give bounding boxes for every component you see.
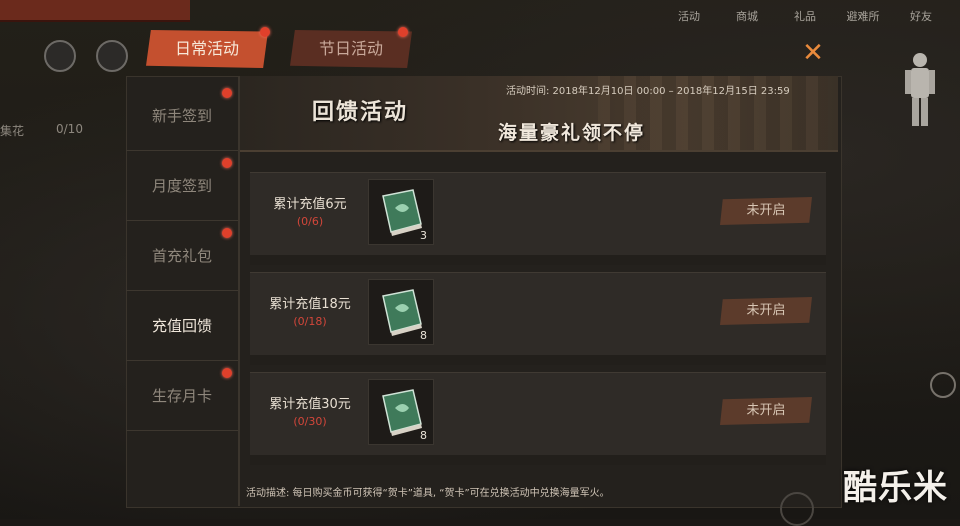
notification-dot-icon xyxy=(222,158,232,168)
sidebar-item-label: 生存月卡 xyxy=(151,387,212,405)
flower-collect-label: 集花 xyxy=(0,124,25,138)
reward-status-button[interactable]: 未开启 xyxy=(720,197,812,225)
tab-daily-activities[interactable]: 日常活动 xyxy=(146,30,268,68)
heart-hand-icon[interactable] xyxy=(44,40,76,72)
nav-shop-button[interactable]: 商城 xyxy=(718,0,776,26)
item-count: 3 xyxy=(420,229,427,242)
reward-name: 累计充值6元 xyxy=(273,197,347,212)
banner-slogan: 海量豪礼领不停 xyxy=(498,122,646,144)
reward-item-slot[interactable]: 3 xyxy=(368,179,434,245)
nav-label: 活动 xyxy=(678,10,700,23)
banner-title: 回馈活动 xyxy=(312,100,409,125)
chat-icon[interactable] xyxy=(96,40,128,72)
watermark-logo: 酷乐米 xyxy=(843,468,948,508)
nav-friends-button[interactable]: 好友 xyxy=(892,0,950,26)
notification-dot-icon xyxy=(222,88,232,98)
reward-row: 累计充值30元 (0/30) 8 未开启 xyxy=(250,372,826,465)
nav-shelter-button[interactable]: 避难所 xyxy=(834,0,892,26)
notification-dot-icon xyxy=(398,27,408,37)
sidebar-item-label: 新手签到 xyxy=(151,107,212,125)
activity-description: 活动描述: 每日购买金币可获得“贺卡”道具, “贺卡”可在兑换活动中兑换海量军火… xyxy=(246,488,610,499)
notification-dot-icon xyxy=(222,228,232,238)
reward-row: 累计充值18元 (0/18) 8 未开启 xyxy=(250,272,826,365)
reward-name: 累计充值30元 xyxy=(269,397,351,412)
item-count: 8 xyxy=(420,429,427,442)
activity-sidebar: 新手签到 月度签到 首充礼包 充值回馈 生存月卡 xyxy=(126,76,240,506)
reward-row: 累计充值6元 (0/6) 3 未开启 xyxy=(250,172,826,265)
reward-progress: (0/30) xyxy=(293,415,327,428)
nav-label: 好友 xyxy=(910,10,932,23)
reward-item-slot[interactable]: 8 xyxy=(368,379,434,445)
nav-gift-button[interactable]: 礼品 xyxy=(776,0,834,26)
close-icon[interactable]: ✕ xyxy=(800,40,826,66)
reward-progress: (0/6) xyxy=(296,215,324,228)
nav-activity-button[interactable]: 活动 xyxy=(660,0,718,26)
reward-status-button[interactable]: 未开启 xyxy=(720,297,812,325)
flower-collect-count: 0/10 xyxy=(56,122,83,136)
nav-label: 礼品 xyxy=(794,10,816,23)
item-count: 8 xyxy=(420,329,427,342)
notification-dot-icon xyxy=(260,27,270,37)
reward-progress: (0/18) xyxy=(293,315,327,328)
sidebar-item-label: 首充礼包 xyxy=(151,247,212,265)
reward-name: 累计充值18元 xyxy=(269,297,351,312)
character-icon[interactable] xyxy=(902,50,938,130)
sidebar-item-label: 充值回馈 xyxy=(151,317,212,335)
tab-festival-activities[interactable]: 节日活动 xyxy=(290,30,412,68)
top-left-banner xyxy=(0,0,190,22)
event-banner: 回馈活动 活动时间: 2018年12月10日 00:00 – 2018年12月1… xyxy=(240,76,838,152)
nav-label: 商城 xyxy=(736,10,758,23)
hand-icon[interactable] xyxy=(930,372,956,398)
top-navigation: 活动 商城 礼品 避难所 好友 xyxy=(660,0,950,26)
reward-status-button[interactable]: 未开启 xyxy=(720,397,812,425)
menu-icon[interactable] xyxy=(780,492,814,526)
sidebar-item-label: 月度签到 xyxy=(151,177,212,195)
nav-label: 避难所 xyxy=(846,10,880,23)
sidebar-item-recharge-reward[interactable]: 充值回馈 xyxy=(126,292,238,361)
reward-item-slot[interactable]: 8 xyxy=(368,279,434,345)
event-time: 活动时间: 2018年12月10日 00:00 – 2018年12月15日 23… xyxy=(506,86,790,97)
notification-dot-icon xyxy=(222,368,232,378)
